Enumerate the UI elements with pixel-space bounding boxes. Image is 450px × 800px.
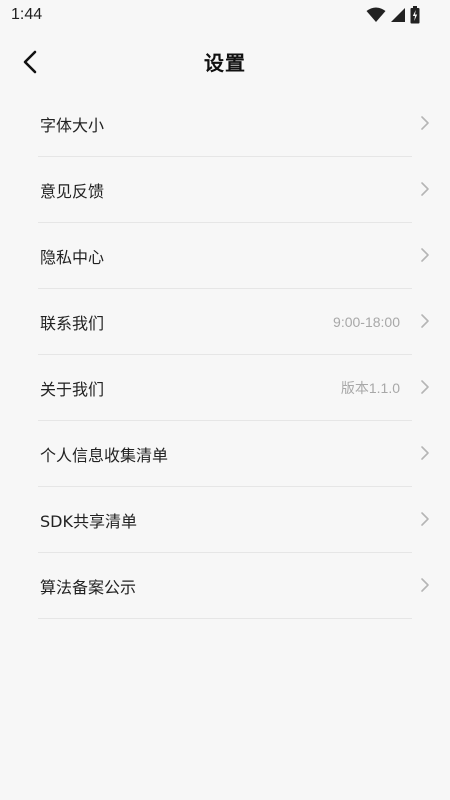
chevron-right-icon: [420, 577, 430, 593]
battery-icon: [410, 6, 420, 24]
item-label: 意见反馈: [40, 181, 105, 201]
wifi-icon: [366, 7, 386, 23]
header: 设置: [0, 36, 450, 88]
settings-item-contact-us[interactable]: 联系我们 9:00-18:00: [38, 289, 429, 355]
item-label: 关于我们: [40, 379, 105, 399]
settings-item-sdk-sharing-list[interactable]: SDK共享清单: [38, 487, 429, 553]
status-time: 1:44: [11, 6, 43, 23]
item-label: 算法备案公示: [40, 577, 137, 597]
status-bar: 1:44: [0, 0, 450, 32]
chevron-right-icon: [420, 445, 430, 461]
app-version: 版本1.1.0: [340, 379, 400, 396]
item-label: SDK共享清单: [40, 511, 137, 531]
settings-item-algorithm-filing[interactable]: 算法备案公示: [38, 553, 429, 619]
chevron-right-icon: [420, 247, 430, 263]
settings-list: 字体大小 意见反馈 隐私中心 联系我们 9:00-18:00 关于我们 版本1.…: [38, 91, 429, 619]
chevron-right-icon: [420, 511, 430, 527]
contact-hours: 9:00-18:00: [333, 313, 400, 330]
status-icons: [366, 5, 420, 25]
settings-item-font-size[interactable]: 字体大小: [38, 91, 429, 157]
chevron-right-icon: [420, 313, 430, 329]
settings-item-personal-info-list[interactable]: 个人信息收集清单: [38, 421, 429, 487]
page-title: 设置: [204, 51, 246, 75]
item-label: 联系我们: [40, 313, 105, 333]
chevron-right-icon: [420, 379, 430, 395]
settings-item-privacy-center[interactable]: 隐私中心: [38, 223, 429, 289]
item-label: 隐私中心: [40, 247, 105, 267]
chevron-right-icon: [420, 115, 430, 131]
item-label: 字体大小: [40, 115, 105, 135]
signal-icon: [390, 7, 406, 23]
settings-item-feedback[interactable]: 意见反馈: [38, 157, 429, 223]
chevron-right-icon: [420, 181, 430, 197]
item-label: 个人信息收集清单: [40, 445, 169, 465]
settings-item-about-us[interactable]: 关于我们 版本1.1.0: [38, 355, 429, 421]
